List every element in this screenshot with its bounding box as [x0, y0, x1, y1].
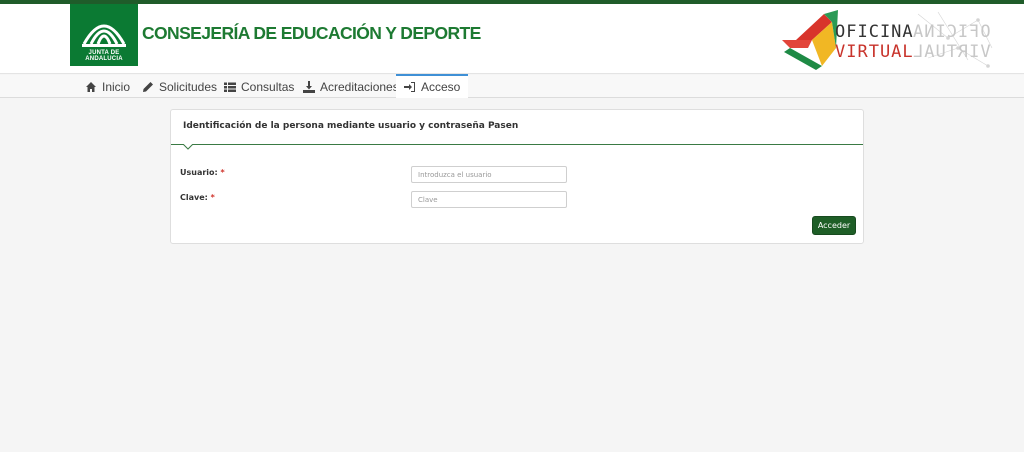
logo-text: JUNTA DE ANDALUCIA	[85, 50, 123, 62]
panel-divider	[171, 144, 863, 145]
download-icon	[303, 80, 315, 93]
usuario-label: Usuario: *	[180, 168, 225, 177]
main-navbar: Inicio Solicitudes Consultas Acreditacio…	[0, 74, 1024, 98]
nav-item-consultas[interactable]: Consultas	[224, 75, 294, 98]
arches-icon	[82, 24, 126, 47]
nav-item-solicitudes[interactable]: Solicitudes	[142, 75, 217, 98]
oficina-mirror-text: OFICINA	[912, 22, 991, 42]
junta-andalucia-logo[interactable]: JUNTA DE ANDALUCIA	[70, 4, 138, 66]
nav-item-acreditaciones[interactable]: Acreditaciones	[303, 75, 399, 98]
virtual-mirror-text: VIRTUAL	[912, 42, 991, 62]
virtual-text: VIRTUAL	[835, 42, 914, 62]
nav-label: Solicitudes	[159, 79, 218, 94]
nav-item-inicio[interactable]: Inicio	[85, 75, 130, 98]
panel-title: Identificación de la persona mediante us…	[183, 121, 519, 131]
nav-item-acceso[interactable]: Acceso	[396, 74, 469, 98]
clave-label: Clave: *	[180, 193, 215, 202]
nav-label: Acceso	[421, 80, 461, 94]
caret-down-icon	[183, 144, 193, 150]
list-icon	[224, 82, 236, 92]
acceder-button[interactable]: Acceder	[812, 216, 856, 235]
pencil-icon	[143, 81, 153, 92]
department-title[interactable]: CONSEJERÍA DE EDUCACIÓN Y DEPORTE	[142, 23, 481, 44]
login-panel: Identificación de la persona mediante us…	[170, 109, 864, 244]
required-mark: *	[220, 168, 225, 177]
nav-label: Inicio	[102, 79, 131, 94]
usuario-label-text: Usuario:	[180, 168, 218, 177]
required-mark: *	[210, 193, 215, 202]
home-icon	[86, 81, 96, 92]
clave-input[interactable]	[411, 191, 567, 208]
nav-label: Acreditaciones	[320, 79, 399, 94]
nav-label: Consultas	[241, 79, 295, 94]
sign-in-icon	[404, 82, 415, 92]
oficina-text: OFICINA	[835, 22, 914, 42]
clave-label-text: Clave:	[180, 193, 208, 202]
usuario-input[interactable]	[411, 166, 567, 183]
